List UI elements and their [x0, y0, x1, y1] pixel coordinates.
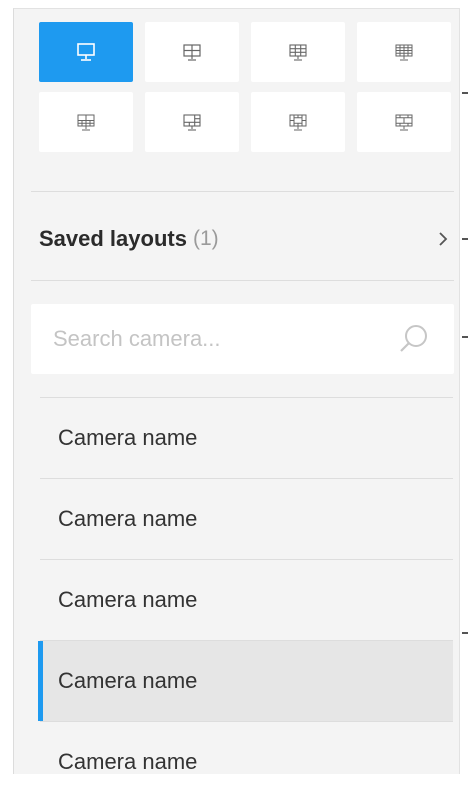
- layout-1-plus-12-icon: [289, 114, 307, 131]
- camera-list-item[interactable]: Camera name: [40, 559, 453, 640]
- search-icon[interactable]: [397, 322, 431, 356]
- search-camera-input[interactable]: [31, 325, 385, 353]
- edge-mark: [462, 336, 468, 338]
- layout-grid: [39, 22, 451, 152]
- layout-2-plus-8-icon: [395, 114, 413, 131]
- camera-list-item[interactable]: Camera name: [40, 478, 453, 559]
- layout-button-2-plus-8[interactable]: [357, 92, 451, 152]
- camera-list-item[interactable]: Camera name: [40, 397, 453, 478]
- camera-name: Camera name: [58, 587, 198, 612]
- layout-button-1-plus-12[interactable]: [251, 92, 345, 152]
- layout-1-plus-7-icon: [77, 114, 95, 131]
- search-box: [31, 304, 454, 374]
- divider: [31, 280, 454, 281]
- chevron-right-icon: [439, 232, 448, 246]
- camera-name: Camera name: [58, 668, 198, 693]
- layout-4x4-icon: [395, 44, 413, 61]
- layout-1-plus-5-icon: [183, 114, 201, 131]
- saved-layouts-count: (1): [192, 227, 219, 250]
- camera-list: Camera name Camera name Camera name Came…: [38, 397, 453, 802]
- saved-layouts-row[interactable]: Saved layouts (1): [39, 209, 449, 269]
- layout-2x2-icon: [183, 44, 201, 61]
- layout-button-3x3[interactable]: [251, 22, 345, 82]
- layout-button-4x4[interactable]: [357, 22, 451, 82]
- divider: [31, 191, 454, 192]
- camera-list-item[interactable]: Camera name: [40, 721, 453, 802]
- edge-mark: [462, 632, 468, 634]
- layout-button-1-plus-5[interactable]: [145, 92, 239, 152]
- camera-list-item-selected[interactable]: Camera name: [38, 640, 453, 721]
- edge-mark: [462, 92, 468, 94]
- saved-layouts-title: Saved layouts: [39, 226, 187, 251]
- layout-button-1-plus-7[interactable]: [39, 92, 133, 152]
- camera-name: Camera name: [58, 506, 198, 531]
- layout-button-2x2[interactable]: [145, 22, 239, 82]
- edge-mark: [462, 238, 468, 240]
- layout-3x3-icon: [289, 44, 307, 61]
- camera-name: Camera name: [58, 749, 198, 774]
- layout-button-single[interactable]: [39, 22, 133, 82]
- camera-sidebar-panel: Saved layouts (1) Camera name Camera nam…: [13, 8, 460, 774]
- camera-name: Camera name: [58, 425, 198, 450]
- monitor-icon: [77, 43, 95, 61]
